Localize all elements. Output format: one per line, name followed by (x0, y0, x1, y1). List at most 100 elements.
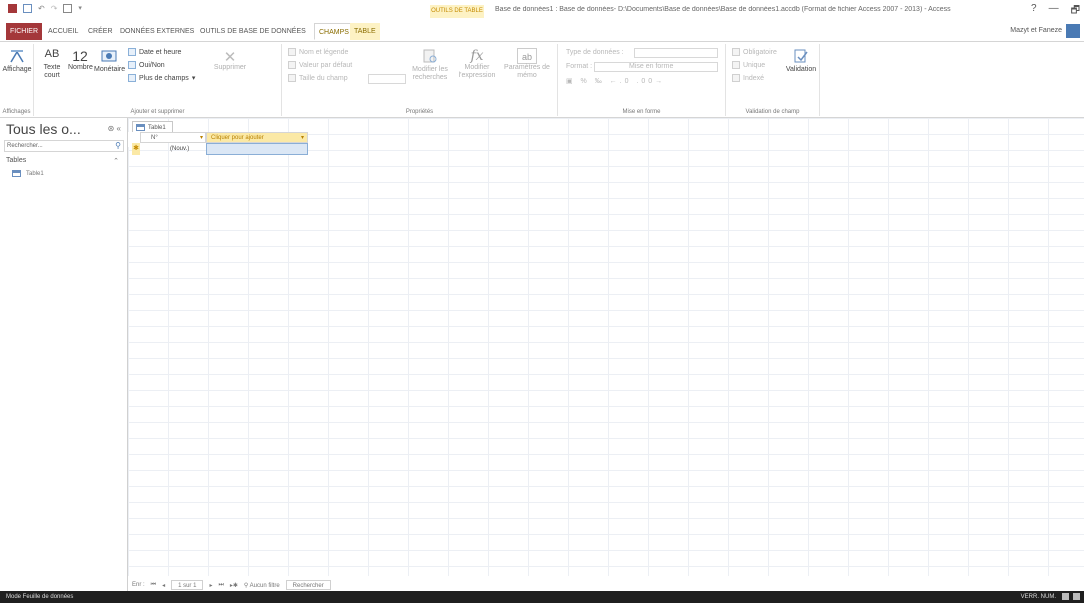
filter-status[interactable]: ⚲ Aucun filtre (244, 582, 280, 589)
prev-record-icon[interactable]: ◂ (162, 582, 165, 589)
modify-expression-button[interactable]: fx Modifier l'expression (454, 48, 500, 80)
memo-settings-label: Paramètres de mémo (504, 64, 550, 79)
view-switcher (1062, 593, 1080, 600)
field-size-label: Taille du champ (299, 74, 348, 82)
last-record-icon[interactable]: ⏭ (218, 582, 223, 589)
document-tab-label: Table1 (148, 124, 166, 131)
required-checkbox[interactable]: Obligatoire (732, 48, 777, 56)
nav-group-tables[interactable]: Tables (6, 157, 26, 164)
next-record-icon[interactable]: ▸ (209, 582, 212, 589)
default-value-icon (288, 61, 296, 69)
tab-external-data[interactable]: DONNÉES EXTERNES (116, 23, 198, 40)
memo-icon: ab (517, 48, 537, 64)
required-label: Obligatoire (743, 48, 777, 56)
unique-label: Unique (743, 61, 766, 69)
redo-icon[interactable]: ↷ (51, 4, 58, 13)
document-area: Table1 N° ▾ Cliquer pour ajouter ▾ ✱ (No… (128, 118, 1084, 591)
format-select[interactable]: Mise en forme (594, 62, 718, 72)
column-id-label: N° (151, 135, 158, 141)
group-label-properties: Propriétés (405, 109, 434, 115)
search-icon[interactable]: ⚲ (115, 141, 121, 151)
ribbon-tabs: FICHIER ACCUEIL CRÉER DONNÉES EXTERNES O… (0, 20, 1084, 42)
number-format-buttons[interactable]: ▣ % ‰ ←.0 .00→ (566, 77, 665, 85)
first-record-icon[interactable]: ⏮ (151, 582, 156, 589)
group-label-views: Affichages (2, 109, 31, 115)
row-selector-new[interactable]: ✱ (132, 143, 140, 155)
group-formatting: Type de données : Format : Mise en forme… (558, 44, 726, 116)
format-label: Format : (566, 63, 593, 70)
save-icon[interactable] (23, 4, 32, 13)
nav-item-table1[interactable]: Table1 (12, 170, 44, 177)
tab-create[interactable]: CRÉER (84, 23, 117, 40)
customize-qat-icon[interactable]: ▾ (78, 4, 82, 13)
currency-button[interactable]: Monétaire (94, 48, 125, 73)
more-fields-button[interactable]: Plus de champs ▾ (128, 74, 195, 82)
delete-field-button[interactable]: ✕ Supprimer (212, 48, 248, 71)
short-text-button[interactable]: AB Texte court (38, 48, 66, 80)
number-button[interactable]: 12 Nombre (68, 48, 93, 71)
record-position-input[interactable]: 1 sur 1 (171, 580, 204, 590)
default-value-label: Valeur par défaut (299, 61, 353, 69)
memo-settings-button[interactable]: ab Paramètres de mémo (504, 48, 550, 80)
column-header-id[interactable]: N° ▾ (140, 132, 206, 143)
datasheet-view-icon[interactable] (1062, 593, 1069, 600)
record-navigator: Enr : ⏮ ◂ 1 sur 1 ▸ ⏭ ▸✱ ⚲ Aucun filtre … (132, 579, 331, 591)
restore-button[interactable]: 🗗 (1071, 3, 1080, 20)
record-search-input[interactable]: Rechercher (285, 580, 331, 590)
new-record-cell[interactable]: (Nouv.) (170, 143, 206, 155)
unique-checkbox-icon (732, 61, 740, 69)
table-icon (136, 124, 145, 131)
group-label-validation: Validation de champ (745, 109, 800, 115)
nav-pane-title[interactable]: Tous les o... (6, 121, 81, 137)
minimize-button[interactable]: — (1049, 3, 1059, 20)
more-fields-label: Plus de champs (139, 74, 189, 82)
indexed-checkbox-icon (732, 74, 740, 82)
tab-fields[interactable]: CHAMPS (314, 23, 354, 40)
title-bar: ↶ ↷ ▾ OUTILS DE TABLE Base de données1 :… (0, 0, 1084, 20)
view-icon[interactable] (63, 4, 73, 13)
default-value-button[interactable]: Valeur par défaut (288, 61, 352, 69)
filter-icon: ⚲ (243, 582, 249, 589)
delete-label: Supprimer (213, 64, 247, 71)
field-size-input[interactable] (368, 74, 406, 84)
view-button[interactable]: Affichage (2, 48, 32, 73)
help-button[interactable]: ? (1031, 3, 1037, 20)
nav-item-label: Table1 (26, 170, 44, 177)
group-label-formatting: Mise en forme (622, 109, 661, 115)
modify-lookups-button[interactable]: Modifier les recherches (408, 48, 452, 82)
new-record-label: (Nouv.) (170, 146, 190, 152)
account-name[interactable]: Mazyt et Faneze (1010, 27, 1062, 34)
status-bar: Mode Feuille de données VERR. NUM. (0, 591, 1084, 603)
avatar[interactable] (1066, 24, 1080, 38)
tab-file[interactable]: FICHIER (6, 23, 42, 40)
group-properties: Nom et légende Valeur par défaut Taille … (282, 44, 558, 116)
new-record-active-cell[interactable] (206, 143, 308, 155)
collapse-icon[interactable]: ⌃ (113, 157, 119, 165)
function-icon: fx (470, 48, 484, 64)
name-caption-button[interactable]: Nom et légende (288, 48, 348, 56)
filter-label: Aucun filtre (249, 582, 280, 589)
tab-home[interactable]: ACCUEIL (44, 23, 82, 40)
tab-table[interactable]: TABLE (350, 23, 380, 40)
validation-button[interactable]: Validation (784, 48, 818, 73)
datetime-button[interactable]: Date et heure (128, 48, 181, 56)
new-record-icon[interactable]: ▸✱ (230, 582, 238, 589)
name-caption-label: Nom et légende (299, 48, 349, 56)
data-type-select[interactable] (634, 48, 718, 58)
group-label-add-delete: Ajouter et supprimer (130, 109, 185, 115)
column-header-click-to-add[interactable]: Cliquer pour ajouter ▾ (206, 132, 308, 143)
design-view-icon[interactable] (1073, 593, 1080, 600)
window-controls: ? — 🗗 (1031, 3, 1080, 20)
number-field-icon: 12 (72, 48, 88, 64)
tab-database-tools[interactable]: OUTILS DE BASE DE DONNÉES (196, 23, 310, 40)
window-title: Base de données1 : Base de données- D:\D… (495, 6, 951, 13)
status-mode: Mode Feuille de données (6, 594, 74, 600)
unique-checkbox[interactable]: Unique (732, 61, 765, 69)
indexed-checkbox[interactable]: Indexé (732, 74, 764, 82)
undo-icon[interactable]: ↶ (38, 4, 45, 13)
datasheet-grid[interactable] (128, 118, 1084, 576)
nav-pane-controls[interactable]: ⊛ « (108, 124, 121, 133)
calendar-icon (128, 48, 136, 56)
nav-search-input[interactable]: Rechercher... ⚲ (4, 140, 124, 152)
yesno-button[interactable]: Oui/Non (128, 61, 165, 69)
